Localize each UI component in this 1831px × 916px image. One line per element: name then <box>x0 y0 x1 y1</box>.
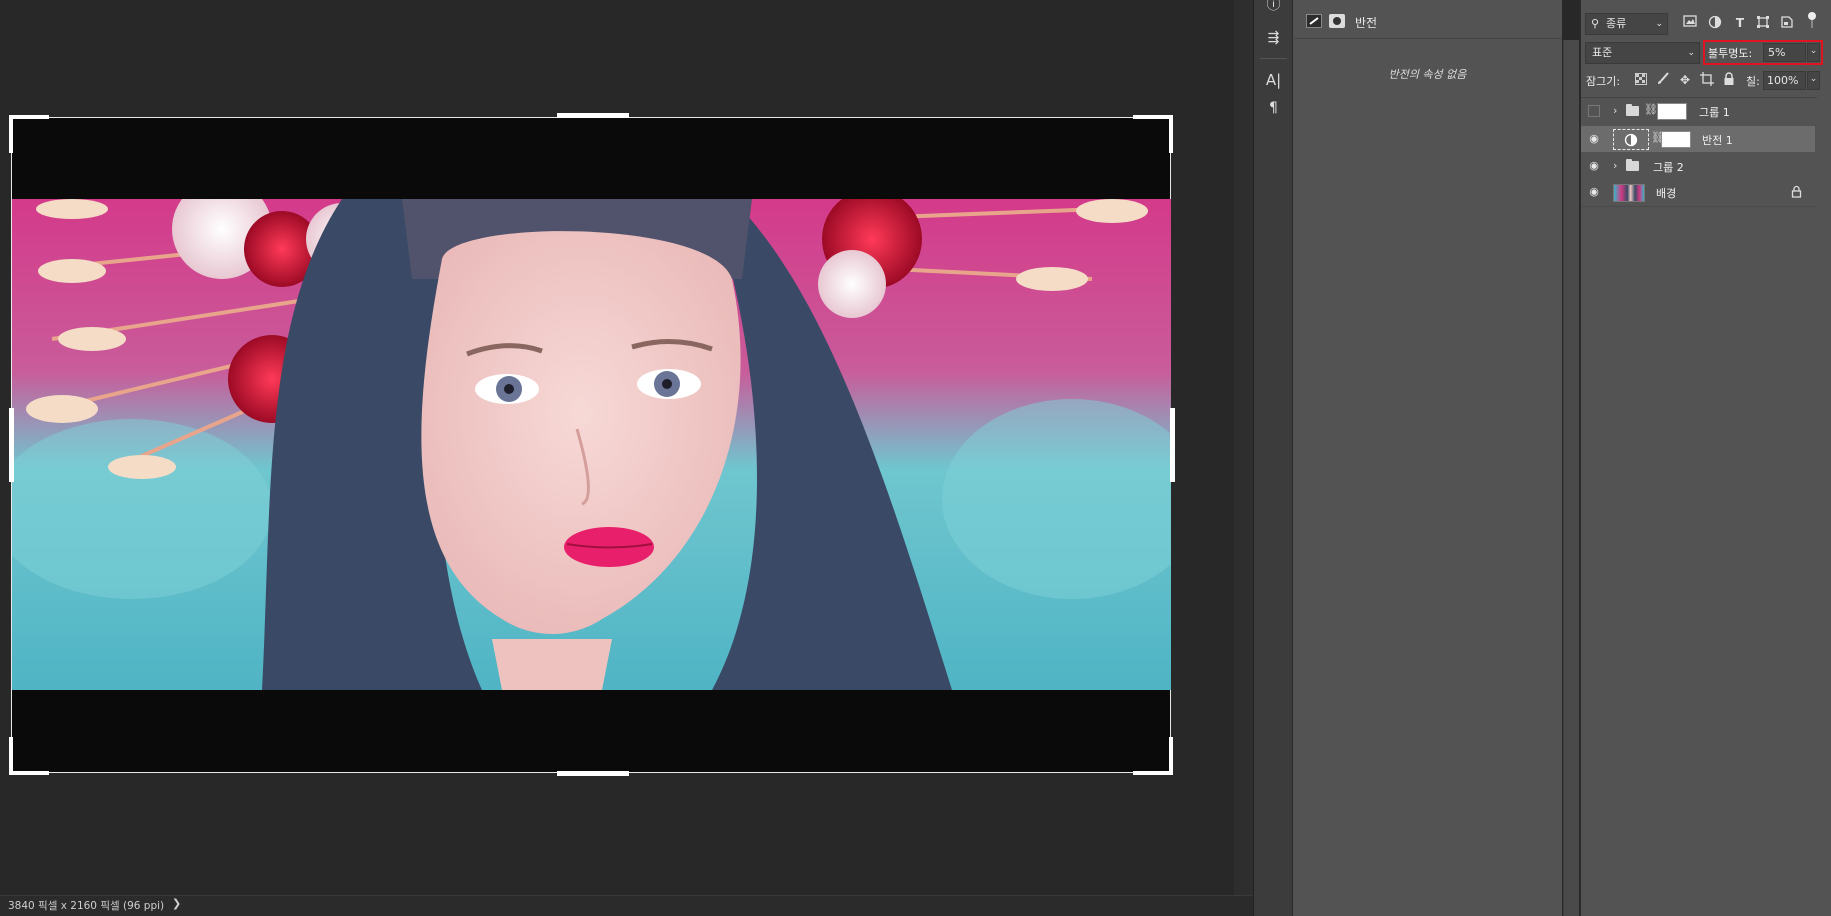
lock-icon <box>1791 185 1802 201</box>
transform-handle-bottom-left-v[interactable] <box>9 737 13 775</box>
search-icon: ⚲ <box>1591 17 1600 30</box>
transform-handle-top-center[interactable] <box>557 113 629 118</box>
layer-row-group-1[interactable]: › ⛓ 그룹 1 <box>1581 98 1815 124</box>
adjustment-thumbnail[interactable] <box>1613 129 1649 150</box>
properties-scrollbar[interactable] <box>1563 40 1579 916</box>
layers-list-end <box>1581 206 1815 207</box>
tool-divider <box>1260 58 1287 59</box>
layer-name: 배경 <box>1656 187 1677 200</box>
lock-label: 잠그기: <box>1586 75 1621 88</box>
chevron-down-icon: ⌄ <box>1655 19 1663 29</box>
canvas-photo <box>12 199 1171 690</box>
photo-illustration <box>12 199 1171 690</box>
properties-divider <box>1294 38 1562 39</box>
chevron-down-icon: ⌄ <box>1687 48 1695 58</box>
layer-mask-icon[interactable] <box>1329 14 1345 28</box>
transform-handle-top-right[interactable] <box>1133 115 1173 119</box>
transform-handle-top-left-v[interactable] <box>9 115 13 153</box>
document-info-text: 3840 픽셀 x 2160 픽셀 (96 ppi) <box>8 900 165 912</box>
transform-handle-bottom-right[interactable] <box>1133 771 1173 775</box>
fill-value: 100% <box>1767 74 1799 87</box>
filter-kind-label: 종류 <box>1606 17 1627 30</box>
filter-toggle-icon[interactable] <box>1804 11 1820 28</box>
blend-mode-select[interactable]: 표준 ⌄ <box>1585 42 1700 64</box>
transform-handle-middle-left[interactable] <box>9 408 14 482</box>
filter-shape-icon[interactable] <box>1755 15 1771 31</box>
filter-adjustment-icon[interactable] <box>1707 15 1723 31</box>
link-icon[interactable]: ⛓ <box>1644 103 1658 116</box>
layer-mask-thumbnail[interactable] <box>1657 103 1687 120</box>
layer-row-background[interactable]: ◉ 배경 <box>1581 179 1815 205</box>
eye-icon[interactable]: ◉ <box>1587 133 1601 145</box>
eye-icon[interactable]: ◉ <box>1587 160 1601 172</box>
clone-source-icon[interactable]: ⇶ <box>1255 25 1292 51</box>
status-chevron-icon[interactable]: ❯ <box>172 897 181 910</box>
layer-name: 그룹 2 <box>1653 161 1684 174</box>
transform-handle-top-left[interactable] <box>9 115 49 119</box>
transform-handle-top-right-v[interactable] <box>1169 115 1173 153</box>
lock-position-move-icon[interactable]: ✥ <box>1677 72 1693 88</box>
filter-pixel-icon[interactable] <box>1682 15 1698 31</box>
expand-chevron-icon[interactable]: › <box>1613 104 1617 117</box>
vertical-scrollbar[interactable] <box>1234 0 1253 895</box>
filter-smart-object-icon[interactable] <box>1779 15 1795 31</box>
fill-dropdown-icon[interactable]: ⌄ <box>1807 71 1820 90</box>
lock-pixels-brush-icon[interactable] <box>1655 72 1671 88</box>
lock-all-icon[interactable] <box>1721 72 1737 88</box>
status-bar <box>0 895 1253 916</box>
properties-empty-message: 반전의 속성 없음 <box>1388 68 1467 81</box>
filter-kind-select[interactable]: 종류 ⚲ ⌄ <box>1585 13 1668 35</box>
expand-chevron-icon[interactable]: › <box>1613 159 1617 172</box>
opacity-input[interactable]: 5% <box>1763 43 1806 62</box>
transform-handle-middle-right[interactable] <box>1170 408 1175 482</box>
adjustment-layer-icon[interactable] <box>1306 14 1322 28</box>
lock-artboard-icon[interactable] <box>1699 72 1715 88</box>
layer-name: 반전 1 <box>1702 134 1733 147</box>
properties-panel <box>1292 0 1562 916</box>
layer-mask-thumbnail[interactable] <box>1661 131 1691 148</box>
layer-row-invert-1[interactable]: ◉ ⛓ 반전 1 <box>1581 126 1815 152</box>
opacity-value: 5% <box>1768 46 1786 59</box>
opacity-label: 불투명도: <box>1708 47 1753 60</box>
transform-handle-bottom-center[interactable] <box>557 771 629 776</box>
transform-handle-bottom-right-v[interactable] <box>1169 737 1173 775</box>
transform-handle-bottom-left[interactable] <box>9 771 49 775</box>
layer-name: 그룹 1 <box>1699 106 1730 119</box>
fill-label: 칠: <box>1746 75 1760 88</box>
blend-mode-value: 표준 <box>1592 46 1613 59</box>
opacity-dropdown-icon[interactable]: ⌄ <box>1807 43 1820 62</box>
panel-dock-icons: ⓘ ⇶ A| ¶ <box>1253 0 1292 916</box>
background-thumbnail[interactable] <box>1613 184 1645 202</box>
paragraph-icon[interactable]: ¶ <box>1255 95 1292 121</box>
visibility-empty-box[interactable] <box>1588 105 1600 117</box>
eye-icon[interactable]: ◉ <box>1587 186 1601 198</box>
properties-title: 반전 <box>1355 16 1378 30</box>
fill-input[interactable]: 100% <box>1763 71 1806 90</box>
folder-icon <box>1626 159 1639 171</box>
lock-transparency-icon[interactable] <box>1633 73 1649 89</box>
filter-type-icon[interactable]: T <box>1732 15 1748 31</box>
layer-row-group-2[interactable]: ◉ › 그룹 2 <box>1581 153 1815 179</box>
character-icon[interactable]: A| <box>1255 67 1292 93</box>
folder-icon <box>1626 104 1639 116</box>
info-icon[interactable]: ⓘ <box>1255 0 1292 18</box>
